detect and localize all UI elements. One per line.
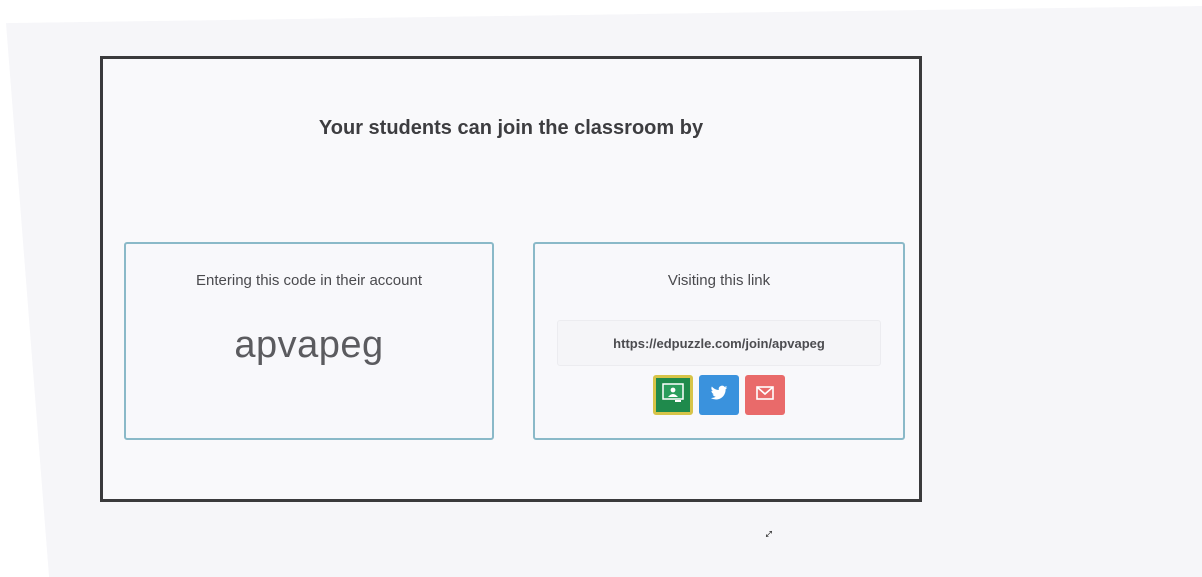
join-link-field[interactable]: https://edpuzzle.com/join/apvapeg [557,320,881,366]
share-google-classroom-button[interactable] [653,375,693,415]
share-email-button[interactable] [745,375,785,415]
join-classroom-dialog: Your students can join the classroom by … [100,56,922,502]
google-classroom-icon [662,382,684,409]
join-link-title: Visiting this link [667,272,771,289]
join-link-card: Visiting this link https://edpuzzle.com/… [533,242,905,440]
class-code[interactable]: apvapeg [126,324,492,367]
share-twitter-button[interactable] [699,375,739,415]
class-code-title: Entering this code in their account [196,272,422,289]
share-buttons [535,375,903,415]
dialog-heading: Your students can join the classroom by [318,117,704,139]
class-code-card: Entering this code in their account apva… [124,242,494,440]
twitter-icon [710,385,728,406]
email-icon [756,385,774,405]
join-link-url[interactable]: https://edpuzzle.com/join/apvapeg [613,336,825,351]
